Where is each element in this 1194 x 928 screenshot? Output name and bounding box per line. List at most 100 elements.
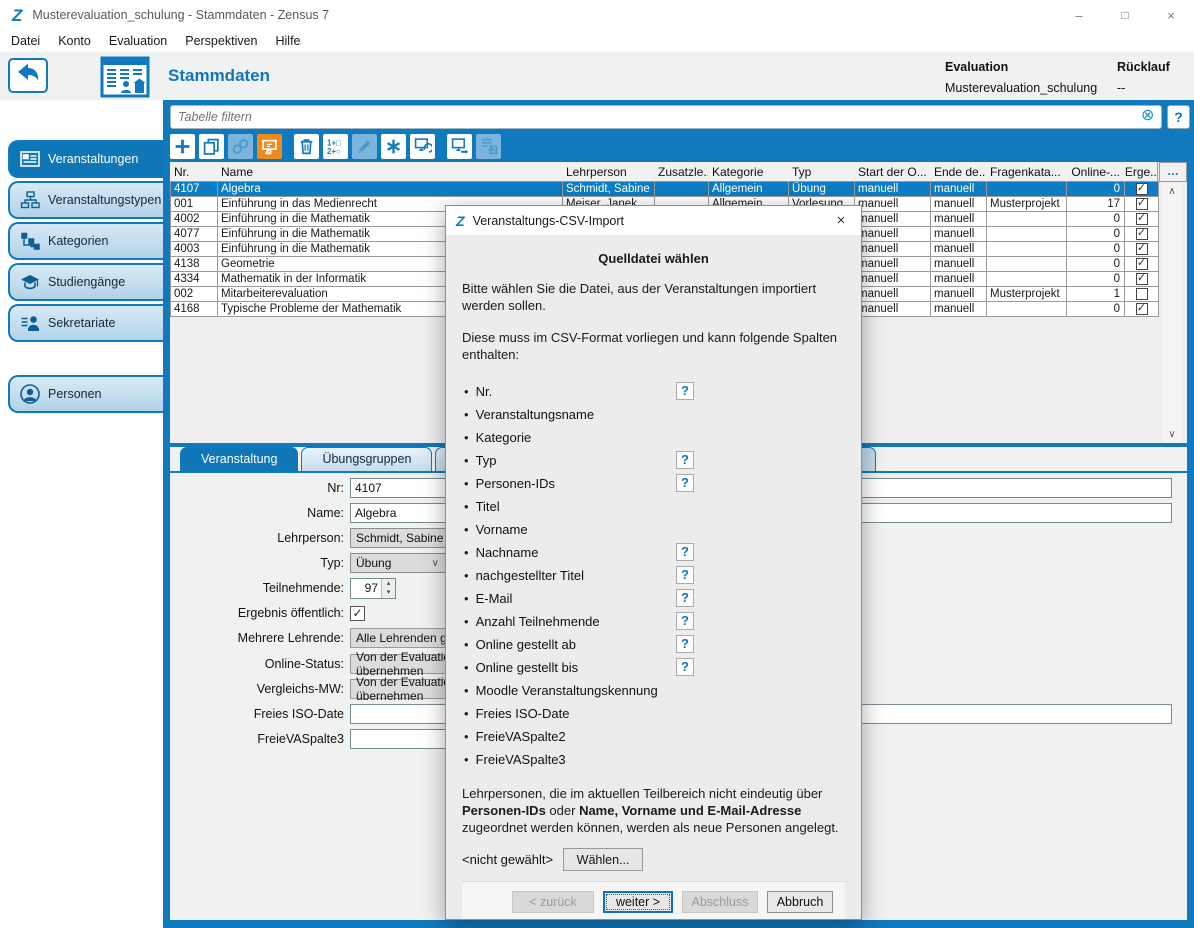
- csv-column-item: • Online gestellt ab ?: [464, 633, 714, 656]
- column-header[interactable]: Nr.: [170, 162, 217, 181]
- result-public-checkbox[interactable]: ✓: [1136, 183, 1148, 195]
- result-public-checkbox[interactable]: ✓: [1136, 198, 1148, 210]
- help-button[interactable]: ?: [676, 589, 694, 607]
- typ-select[interactable]: Übung ∨: [350, 553, 446, 573]
- csv-column-item: • FreieVASpalte2 ?: [464, 725, 714, 748]
- column-header[interactable]: Erge...: [1124, 162, 1158, 181]
- ergebnis-label: Ergebnis öffentlich:: [170, 606, 350, 620]
- scroll-down-icon[interactable]: ∨: [1162, 426, 1182, 443]
- freies-iso-date-label: Freies ISO-Date: [170, 707, 350, 721]
- csv-column-list: • Nr. ? • Veranstaltungsname ? • Kategor…: [464, 380, 845, 771]
- ergebnis-checkbox[interactable]: ✓: [350, 606, 365, 621]
- dialog-paragraph-1: Bitte wählen Sie die Datei, aus der Vera…: [462, 280, 845, 314]
- help-button[interactable]: ?: [676, 566, 694, 584]
- svg-text:2+○: 2+○: [327, 146, 341, 155]
- csv-column-item: • Nachname ?: [464, 541, 714, 564]
- bullet-icon: •: [464, 384, 469, 399]
- window-title: Musterevaluation_schulung - Stammdaten -…: [32, 8, 329, 22]
- column-header[interactable]: Lehrperson: [562, 162, 654, 181]
- help-button[interactable]: ?: [676, 543, 694, 561]
- header: Stammdaten Evaluation Musterevaluation_s…: [0, 52, 1194, 100]
- add-icon[interactable]: [170, 134, 195, 159]
- result-public-checkbox[interactable]: ✓: [1136, 243, 1148, 255]
- menu-item[interactable]: Hilfe: [267, 32, 310, 50]
- sidebar-item-studiengaenge[interactable]: Studiengänge: [8, 263, 163, 301]
- detail-tab[interactable]: Veranstaltung: [180, 447, 298, 471]
- maximize-button[interactable]: □: [1102, 0, 1148, 30]
- column-header[interactable]: Typ: [788, 162, 854, 181]
- clear-filter-icon[interactable]: ⊗: [1141, 108, 1154, 124]
- sidebar-item-veranstaltungstypen[interactable]: Veranstaltungstypen: [8, 181, 163, 219]
- help-button[interactable]: ?: [676, 451, 694, 469]
- cancel-button[interactable]: Abbruch: [767, 891, 833, 913]
- table-row[interactable]: 4107 Algebra Schmidt, Sabine Allgemein Ü…: [171, 182, 1159, 197]
- help-button[interactable]: ?: [676, 658, 694, 676]
- menu-item[interactable]: Evaluation: [100, 32, 176, 50]
- app-logo-icon: Z: [12, 7, 22, 24]
- choose-file-button[interactable]: Wählen...: [563, 848, 643, 871]
- close-button[interactable]: ×: [1148, 0, 1194, 30]
- sync-display-icon[interactable]: [410, 134, 435, 159]
- column-header[interactable]: Online-...: [1066, 162, 1124, 181]
- result-public-checkbox[interactable]: ✓: [1136, 273, 1148, 285]
- back-arrow-icon: [14, 62, 42, 89]
- bullet-icon: •: [464, 522, 469, 537]
- table-toolbar: 1+□2+○: [170, 133, 501, 159]
- column-config-button[interactable]: …: [1159, 162, 1187, 182]
- sidebar-item-kategorien[interactable]: Kategorien: [8, 222, 163, 260]
- result-public-checkbox[interactable]: ✓: [1136, 213, 1148, 225]
- vergleichs-mw-label: Vergleichs-MW:: [170, 682, 350, 696]
- ruecklauf-label: Rücklauf: [1117, 60, 1170, 74]
- teilnehmende-stepper[interactable]: 97 ▴ ▾: [350, 578, 396, 599]
- wildcard-icon[interactable]: [381, 134, 406, 159]
- detail-tab[interactable]: Übungsgruppen: [301, 447, 432, 471]
- sidebar: Veranstaltungen Veranstaltungstypen Kate…: [0, 100, 163, 928]
- renumber-icon[interactable]: 1+□2+○: [323, 134, 348, 159]
- bullet-icon: •: [464, 430, 469, 445]
- dialog-close-icon[interactable]: ×: [821, 212, 861, 229]
- help-button[interactable]: ?: [676, 474, 694, 492]
- table-scrollbar[interactable]: ∧ ∨: [1162, 183, 1182, 443]
- scroll-up-icon[interactable]: ∧: [1162, 183, 1182, 200]
- menu-item[interactable]: Datei: [2, 32, 49, 50]
- result-public-checkbox[interactable]: ✓: [1136, 228, 1148, 240]
- sidebar-item-veranstaltungen[interactable]: Veranstaltungen: [8, 140, 163, 178]
- dialog-paragraph-2: Diese muss im CSV-Format vorliegen und k…: [462, 329, 845, 363]
- menu-item[interactable]: Konto: [49, 32, 100, 50]
- sidebar-item-sekretariate[interactable]: Sekretariate: [8, 304, 163, 342]
- result-public-checkbox[interactable]: ✓: [1136, 288, 1148, 300]
- csv-column-item: • Moodle Veranstaltungskennung ?: [464, 679, 714, 702]
- bullet-icon: •: [464, 637, 469, 652]
- help-button[interactable]: ?: [676, 635, 694, 653]
- csv-column-item: • Anzahl Teilnehmende ?: [464, 610, 714, 633]
- column-header[interactable]: Ende de...: [930, 162, 986, 181]
- edit-in-dialog-icon[interactable]: [257, 134, 282, 159]
- bullet-icon: •: [464, 683, 469, 698]
- table-filter-input[interactable]: [170, 105, 1162, 129]
- column-header[interactable]: Start der O...: [854, 162, 930, 181]
- nr-label: Nr:: [170, 481, 350, 495]
- online-status-label: Online-Status:: [170, 657, 350, 671]
- result-public-checkbox[interactable]: ✓: [1136, 303, 1148, 315]
- dialog-note: Lehrpersonen, die im aktuellen Teilberei…: [462, 785, 845, 836]
- delete-icon[interactable]: [294, 134, 319, 159]
- spin-down-icon[interactable]: ▾: [382, 588, 395, 598]
- help-button[interactable]: ?: [676, 612, 694, 630]
- table-help-button[interactable]: ?: [1167, 105, 1190, 129]
- back-button[interactable]: [8, 58, 48, 93]
- spin-up-icon[interactable]: ▴: [382, 579, 395, 589]
- column-header[interactable]: Fragenkata...: [986, 162, 1066, 181]
- transfer-display-icon[interactable]: [447, 134, 472, 159]
- column-header[interactable]: Name: [217, 162, 562, 181]
- minimize-button[interactable]: –: [1056, 0, 1102, 30]
- column-header[interactable]: Zusatzle...: [654, 162, 708, 181]
- column-header[interactable]: Kategorie: [708, 162, 788, 181]
- help-button[interactable]: ?: [676, 382, 694, 400]
- next-step-button[interactable]: weiter >: [603, 891, 673, 913]
- duplicate-icon[interactable]: [199, 134, 224, 159]
- result-public-checkbox[interactable]: ✓: [1136, 258, 1148, 270]
- csv-column-item: • Personen-IDs ?: [464, 472, 714, 495]
- csv-column-item: • Vorname ?: [464, 518, 714, 541]
- sidebar-item-personen[interactable]: Personen: [8, 375, 163, 413]
- menu-item[interactable]: Perspektiven: [176, 32, 266, 50]
